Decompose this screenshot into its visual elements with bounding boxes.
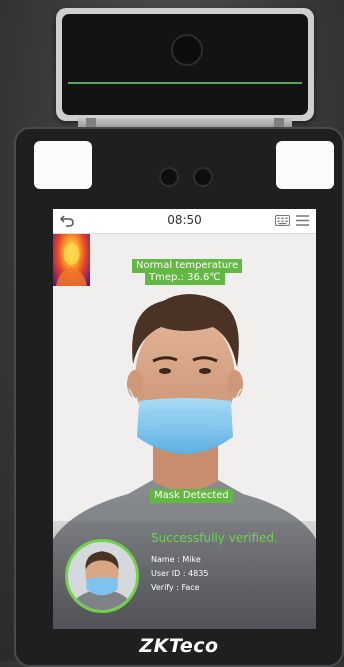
camera-green-strip: [68, 82, 302, 84]
device-screen: 08:50 Normal temperature Tmep.: 36.6℃ Ma…: [53, 209, 316, 629]
menu-icon[interactable]: [296, 214, 309, 227]
right-light-window: [276, 141, 334, 189]
avatar: [65, 539, 139, 613]
thermal-camera-module: [56, 8, 314, 121]
brand-logo: ZKTeco: [139, 635, 219, 657]
user-id: User ID : 4835: [151, 569, 209, 578]
verification-message: Successfully verified.: [151, 531, 278, 545]
camera-face: [62, 14, 308, 115]
user-face-photo: [68, 542, 136, 610]
thermal-silhouette-icon: [56, 243, 87, 286]
user-name: Name : Mike: [151, 555, 201, 564]
verify-method: Verify : Face: [151, 583, 200, 592]
mask-detected-label: Mask Detected: [150, 489, 233, 503]
thermal-preview: [53, 234, 90, 286]
left-light-window: [34, 141, 92, 189]
ir-sensor-icon: [159, 167, 179, 187]
status-bar: 08:50: [53, 209, 316, 234]
ir-sensor-icon: [193, 167, 213, 187]
temperature-value-label: Tmep.: 36.6℃: [145, 271, 225, 285]
keyboard-icon[interactable]: [275, 215, 290, 226]
camera-lens-icon: [171, 34, 203, 66]
